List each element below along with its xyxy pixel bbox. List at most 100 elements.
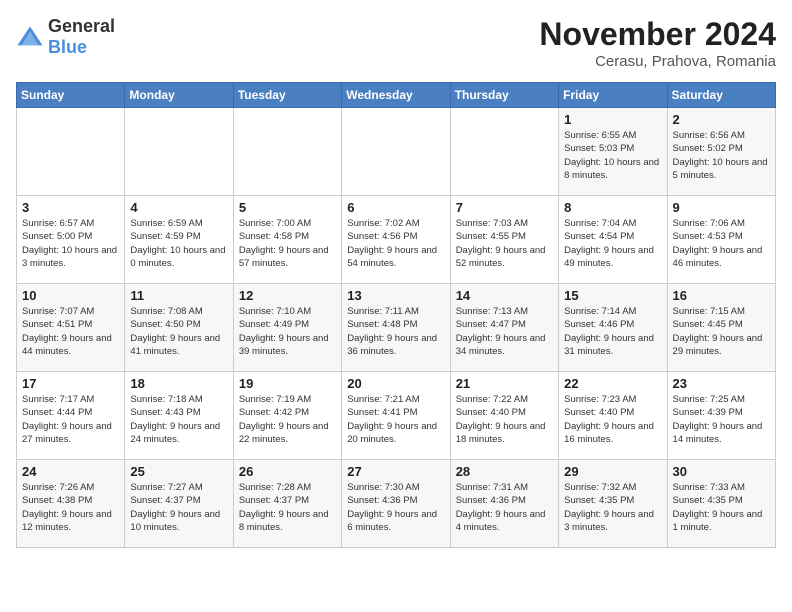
logo-blue: Blue xyxy=(48,37,87,57)
month-year: November 2024 xyxy=(539,16,776,53)
day-info: Sunrise: 6:56 AM Sunset: 5:02 PM Dayligh… xyxy=(673,129,770,182)
day-cell: 2 Sunrise: 6:56 AM Sunset: 5:02 PM Daylig… xyxy=(667,108,775,196)
day-number: 19 xyxy=(239,376,336,391)
day-info: Sunrise: 7:22 AM Sunset: 4:40 PM Dayligh… xyxy=(456,393,553,446)
day-number: 21 xyxy=(456,376,553,391)
day-number: 20 xyxy=(347,376,444,391)
day-info: Sunrise: 7:27 AM Sunset: 4:37 PM Dayligh… xyxy=(130,481,227,534)
day-info: Sunrise: 7:23 AM Sunset: 4:40 PM Dayligh… xyxy=(564,393,661,446)
day-info: Sunrise: 7:30 AM Sunset: 4:36 PM Dayligh… xyxy=(347,481,444,534)
day-cell: 12Sunrise: 7:10 AM Sunset: 4:49 PM Dayli… xyxy=(233,284,341,372)
location: Cerasu, Prahova, Romania xyxy=(539,53,776,70)
header-cell-tuesday: Tuesday xyxy=(233,83,341,108)
day-cell: 20 Sunrise: 7:21 AM Sunset: 4:41 PM Dayli… xyxy=(342,372,450,460)
day-cell: 4 Sunrise: 6:59 AM Sunset: 4:59 PM Daylig… xyxy=(125,196,233,284)
logo: General Blue xyxy=(16,16,115,58)
day-cell: 6 Sunrise: 7:02 AM Sunset: 4:56 PM Daylig… xyxy=(342,196,450,284)
day-number: 4 xyxy=(130,200,227,215)
day-cell: 3 Sunrise: 6:57 AM Sunset: 5:00 PM Daylig… xyxy=(17,196,125,284)
day-number: 14 xyxy=(456,288,553,303)
day-cell: 25 Sunrise: 7:27 AM Sunset: 4:37 PM Dayli… xyxy=(125,460,233,548)
day-cell: 10 Sunrise: 7:07 AM Sunset: 4:51 PM Dayli… xyxy=(17,284,125,372)
logo-icon xyxy=(16,23,44,51)
day-info: Sunrise: 7:26 AM Sunset: 4:38 PM Dayligh… xyxy=(22,481,119,534)
day-number: 2 xyxy=(673,112,770,127)
day-number: 15 xyxy=(564,288,661,303)
day-cell xyxy=(342,108,450,196)
day-number: 29 xyxy=(564,464,661,479)
day-info: Sunrise: 7:06 AM Sunset: 4:53 PM Dayligh… xyxy=(673,217,770,270)
day-info: Sunrise: 7:21 AM Sunset: 4:41 PM Dayligh… xyxy=(347,393,444,446)
day-cell: 30 Sunrise: 7:33 AM Sunset: 4:35 PM Dayli… xyxy=(667,460,775,548)
day-info: Sunrise: 7:07 AM Sunset: 4:51 PM Dayligh… xyxy=(22,305,119,358)
day-cell: 8Sunrise: 7:04 AM Sunset: 4:54 PM Daylig… xyxy=(559,196,667,284)
day-cell: 9 Sunrise: 7:06 AM Sunset: 4:53 PM Daylig… xyxy=(667,196,775,284)
day-number: 23 xyxy=(673,376,770,391)
day-info: Sunrise: 7:15 AM Sunset: 4:45 PM Dayligh… xyxy=(673,305,770,358)
header-cell-thursday: Thursday xyxy=(450,83,558,108)
day-number: 26 xyxy=(239,464,336,479)
day-number: 27 xyxy=(347,464,444,479)
day-info: Sunrise: 7:08 AM Sunset: 4:50 PM Dayligh… xyxy=(130,305,227,358)
day-number: 5 xyxy=(239,200,336,215)
week-row-1: 3 Sunrise: 6:57 AM Sunset: 5:00 PM Daylig… xyxy=(17,196,776,284)
day-info: Sunrise: 7:33 AM Sunset: 4:35 PM Dayligh… xyxy=(673,481,770,534)
day-cell: 1Sunrise: 6:55 AM Sunset: 5:03 PM Daylig… xyxy=(559,108,667,196)
header-cell-wednesday: Wednesday xyxy=(342,83,450,108)
day-info: Sunrise: 7:32 AM Sunset: 4:35 PM Dayligh… xyxy=(564,481,661,534)
day-number: 30 xyxy=(673,464,770,479)
day-cell: 26 Sunrise: 7:28 AM Sunset: 4:37 PM Dayli… xyxy=(233,460,341,548)
day-number: 16 xyxy=(673,288,770,303)
day-cell: 17Sunrise: 7:17 AM Sunset: 4:44 PM Dayli… xyxy=(17,372,125,460)
day-info: Sunrise: 7:03 AM Sunset: 4:55 PM Dayligh… xyxy=(456,217,553,270)
day-number: 22 xyxy=(564,376,661,391)
day-number: 18 xyxy=(130,376,227,391)
day-info: Sunrise: 7:28 AM Sunset: 4:37 PM Dayligh… xyxy=(239,481,336,534)
day-cell: 29 Sunrise: 7:32 AM Sunset: 4:35 PM Dayli… xyxy=(559,460,667,548)
header-cell-sunday: Sunday xyxy=(17,83,125,108)
day-cell xyxy=(233,108,341,196)
day-info: Sunrise: 7:02 AM Sunset: 4:56 PM Dayligh… xyxy=(347,217,444,270)
week-row-3: 17Sunrise: 7:17 AM Sunset: 4:44 PM Dayli… xyxy=(17,372,776,460)
day-cell: 18Sunrise: 7:18 AM Sunset: 4:43 PM Dayli… xyxy=(125,372,233,460)
day-cell xyxy=(450,108,558,196)
day-info: Sunrise: 7:13 AM Sunset: 4:47 PM Dayligh… xyxy=(456,305,553,358)
day-info: Sunrise: 6:55 AM Sunset: 5:03 PM Dayligh… xyxy=(564,129,661,182)
logo-general: General xyxy=(48,16,115,36)
day-info: Sunrise: 6:59 AM Sunset: 4:59 PM Dayligh… xyxy=(130,217,227,270)
day-number: 28 xyxy=(456,464,553,479)
day-cell: 21 Sunrise: 7:22 AM Sunset: 4:40 PM Dayli… xyxy=(450,372,558,460)
calendar-header: SundayMondayTuesdayWednesdayThursdayFrid… xyxy=(17,83,776,108)
day-cell: 7Sunrise: 7:03 AM Sunset: 4:55 PM Daylig… xyxy=(450,196,558,284)
week-row-2: 10 Sunrise: 7:07 AM Sunset: 4:51 PM Dayli… xyxy=(17,284,776,372)
calendar-table: SundayMondayTuesdayWednesdayThursdayFrid… xyxy=(16,82,776,548)
header-cell-saturday: Saturday xyxy=(667,83,775,108)
week-row-4: 24 Sunrise: 7:26 AM Sunset: 4:38 PM Dayli… xyxy=(17,460,776,548)
day-number: 24 xyxy=(22,464,119,479)
day-info: Sunrise: 7:19 AM Sunset: 4:42 PM Dayligh… xyxy=(239,393,336,446)
day-cell: 11 Sunrise: 7:08 AM Sunset: 4:50 PM Dayli… xyxy=(125,284,233,372)
day-cell: 13Sunrise: 7:11 AM Sunset: 4:48 PM Dayli… xyxy=(342,284,450,372)
day-number: 12 xyxy=(239,288,336,303)
day-number: 9 xyxy=(673,200,770,215)
day-info: Sunrise: 6:57 AM Sunset: 5:00 PM Dayligh… xyxy=(22,217,119,270)
day-cell: 28Sunrise: 7:31 AM Sunset: 4:36 PM Dayli… xyxy=(450,460,558,548)
header-row: SundayMondayTuesdayWednesdayThursdayFrid… xyxy=(17,83,776,108)
day-cell: 14 Sunrise: 7:13 AM Sunset: 4:47 PM Dayli… xyxy=(450,284,558,372)
day-info: Sunrise: 7:17 AM Sunset: 4:44 PM Dayligh… xyxy=(22,393,119,446)
day-number: 11 xyxy=(130,288,227,303)
day-number: 25 xyxy=(130,464,227,479)
day-cell: 23 Sunrise: 7:25 AM Sunset: 4:39 PM Dayli… xyxy=(667,372,775,460)
day-cell: 16 Sunrise: 7:15 AM Sunset: 4:45 PM Dayli… xyxy=(667,284,775,372)
day-number: 3 xyxy=(22,200,119,215)
week-row-0: 1Sunrise: 6:55 AM Sunset: 5:03 PM Daylig… xyxy=(17,108,776,196)
day-cell: 5 Sunrise: 7:00 AM Sunset: 4:58 PM Daylig… xyxy=(233,196,341,284)
day-number: 6 xyxy=(347,200,444,215)
day-number: 10 xyxy=(22,288,119,303)
title-block: November 2024 Cerasu, Prahova, Romania xyxy=(539,16,776,70)
day-info: Sunrise: 7:00 AM Sunset: 4:58 PM Dayligh… xyxy=(239,217,336,270)
day-info: Sunrise: 7:25 AM Sunset: 4:39 PM Dayligh… xyxy=(673,393,770,446)
day-info: Sunrise: 7:14 AM Sunset: 4:46 PM Dayligh… xyxy=(564,305,661,358)
day-number: 13 xyxy=(347,288,444,303)
calendar-body: 1Sunrise: 6:55 AM Sunset: 5:03 PM Daylig… xyxy=(17,108,776,548)
